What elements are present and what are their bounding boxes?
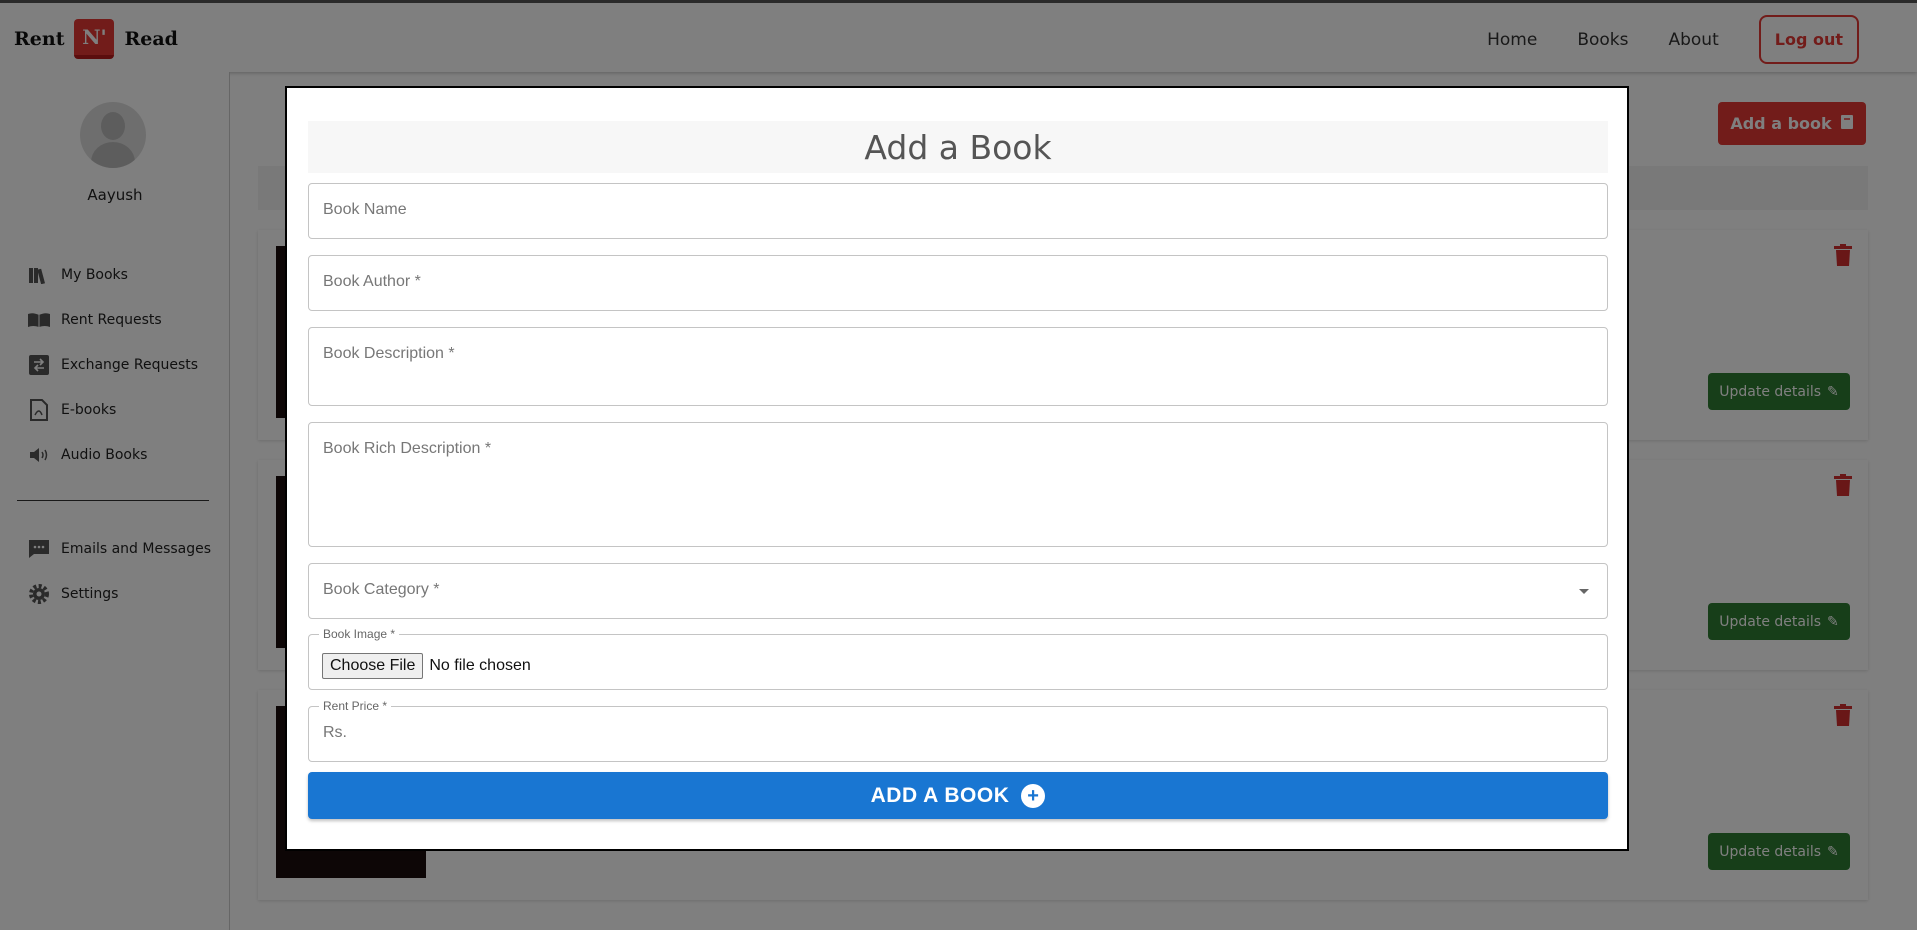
book-category-placeholder: Book Category * xyxy=(323,581,440,598)
modal-title: Add a Book xyxy=(308,121,1608,173)
book-rich-description-field[interactable]: Book Rich Description * xyxy=(308,422,1608,547)
chevron-down-icon xyxy=(1579,589,1589,594)
file-input: Choose File No file chosen xyxy=(322,653,531,679)
book-name-field[interactable]: Book Name xyxy=(308,183,1608,239)
add-book-modal: Add a Book Book Name Book Author * Book … xyxy=(285,86,1629,851)
add-book-submit-button[interactable]: ADD A BOOK + xyxy=(308,772,1608,819)
rent-price-label: Rent Price * xyxy=(319,699,392,713)
book-image-field: Book Image * Choose File No file chosen xyxy=(308,627,1608,690)
file-status: No file chosen xyxy=(429,657,531,674)
book-description-placeholder: Book Description * xyxy=(323,345,455,362)
plus-circle-icon: + xyxy=(1021,783,1046,808)
book-author-placeholder: Book Author * xyxy=(323,273,421,290)
book-name-placeholder: Book Name xyxy=(323,201,407,218)
submit-label: ADD A BOOK xyxy=(870,783,1010,807)
choose-file-button[interactable]: Choose File xyxy=(322,653,424,679)
book-author-field[interactable]: Book Author * xyxy=(308,255,1608,311)
book-description-field[interactable]: Book Description * xyxy=(308,327,1608,406)
book-rich-description-placeholder: Book Rich Description * xyxy=(323,440,492,457)
book-category-select[interactable]: Book Category * xyxy=(308,563,1608,619)
book-image-label: Book Image * xyxy=(319,627,400,641)
rent-price-placeholder: Rs. xyxy=(323,724,347,741)
rent-price-field[interactable]: Rent Price * Rs. xyxy=(308,699,1608,762)
